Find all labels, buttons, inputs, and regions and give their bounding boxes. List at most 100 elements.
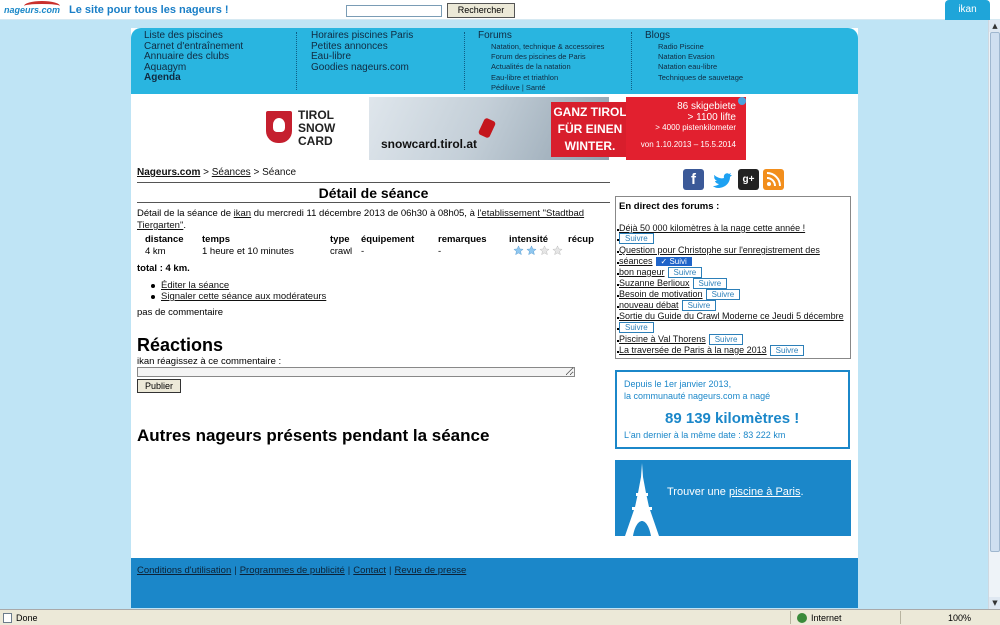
nav-blog-evasion[interactable]: Natation Evasion: [645, 52, 743, 62]
nav-column-1: Liste des piscines Carnet d'entraînement…: [144, 30, 243, 84]
nav-item-clubs[interactable]: Annuaire des clubs: [144, 51, 243, 63]
follow-button[interactable]: Suivre: [667, 267, 703, 278]
forum-item-link[interactable]: La traversée de Paris à la nage 2013: [619, 345, 767, 355]
forum-item-link[interactable]: séances: [619, 256, 653, 266]
forum-item-link[interactable]: Besoin de motivation: [619, 289, 703, 299]
stats-line: la communauté nageurs.com a nagé: [624, 391, 771, 401]
detail-suffix: .: [183, 220, 186, 231]
followed-button[interactable]: ✓ Suivi: [655, 257, 692, 266]
col-distance: distance: [145, 234, 184, 245]
twitter-icon[interactable]: [712, 169, 733, 190]
ad-stats: 86 skigebiete > 1100 lifte > 4000 pisten…: [626, 97, 746, 160]
nav-blog-open-water[interactable]: Natation eau-libre: [645, 62, 743, 72]
footer-link-terms[interactable]: Conditions d'utilisation: [137, 565, 231, 576]
ad-brand-line: CARD: [298, 134, 333, 148]
intensity-stars: [513, 245, 565, 256]
nav-divider: [464, 32, 465, 90]
scroll-down-arrow-icon[interactable]: ▼: [989, 597, 1000, 609]
session-detail-text: Détail de la séance de ikan du mercredi …: [137, 208, 610, 232]
forum-item: nouveau débat Suivre: [616, 300, 717, 311]
nav-blog-radio[interactable]: Radio Piscine: [645, 42, 743, 52]
detail-prefix: Détail de la séance de: [137, 208, 232, 219]
rss-icon[interactable]: [763, 169, 784, 190]
forum-item-link[interactable]: Sortie du Guide du Crawl Moderne ce Jeud…: [619, 311, 844, 321]
comment-input[interactable]: [137, 367, 575, 377]
nav-divider: [631, 32, 632, 90]
footer-separator: |: [234, 565, 237, 576]
nav-column-2: Horaires piscines Paris Petites annonces…: [311, 30, 413, 74]
nav-forum-health[interactable]: Pédiluve | Santé: [478, 83, 604, 93]
paris-pool-box[interactable]: Trouver une piscine à Paris.: [615, 460, 851, 536]
follow-button[interactable]: Suivre: [681, 300, 717, 311]
eagle-shield-icon: [266, 111, 292, 143]
nav-item-paris-hours[interactable]: Horaires piscines Paris: [311, 30, 413, 42]
scroll-up-arrow-icon[interactable]: ▲: [989, 20, 1000, 32]
nav-forums-title[interactable]: Forums: [478, 30, 604, 42]
report-session-link[interactable]: Signaler cette séance aux modérateurs: [161, 291, 326, 302]
search-input[interactable]: [346, 5, 442, 17]
zoom-level[interactable]: 100%: [948, 613, 971, 623]
follow-button[interactable]: Suivre: [692, 278, 728, 289]
breadcrumb-separator: >: [203, 167, 209, 178]
ad-stat: > 1100 lifte: [687, 112, 736, 123]
scroll-thumb[interactable]: [990, 32, 1000, 552]
forum-item: Besoin de motivation Suivre: [616, 289, 741, 300]
nav-item-goodies[interactable]: Goodies nageurs.com: [311, 62, 413, 74]
publish-button[interactable]: Publier: [137, 379, 181, 393]
paris-pool-link[interactable]: piscine à Paris: [729, 486, 801, 498]
breadcrumb: Nageurs.com > Séances > Séance: [137, 167, 610, 178]
forum-item-link[interactable]: Suzanne Berlioux: [619, 278, 690, 288]
follow-button[interactable]: Suivre: [705, 289, 741, 300]
follow-button[interactable]: Suivre: [619, 322, 654, 333]
forum-item-link[interactable]: bon nageur: [619, 267, 665, 277]
forum-item-follow: Suivre: [617, 322, 654, 333]
footer-links: Conditions d'utilisation | Programmes de p…: [137, 565, 466, 576]
detail-user-link[interactable]: ikan: [234, 208, 251, 219]
forum-item-link[interactable]: Déjà 50 000 kilomètres à la nage cette a…: [619, 223, 805, 233]
footer-link-ads[interactable]: Programmes de publicité: [240, 565, 345, 576]
forum-item: La traversée de Paris à la nage 2013 Suiv…: [616, 345, 805, 356]
googleplus-icon[interactable]: g+: [738, 169, 759, 190]
forum-item-link[interactable]: Question pour Christophe sur l'enregistr…: [619, 245, 820, 255]
nav-item-open-water[interactable]: Eau-libre: [311, 51, 413, 63]
forum-item-link[interactable]: Piscine à Val Thorens: [619, 334, 706, 344]
nav-item-pools[interactable]: Liste des piscines: [144, 30, 243, 42]
breadcrumb-home[interactable]: Nageurs.com: [137, 167, 200, 178]
nav-divider: [296, 32, 297, 90]
ad-dates: von 1.10.2013 – 15.5.2014: [640, 140, 736, 149]
nav-blogs-title[interactable]: Blogs: [645, 30, 743, 42]
cell-equipement: -: [361, 246, 365, 257]
site-logo[interactable]: nageurs.com: [4, 1, 62, 19]
forum-item: Suzanne Berlioux Suivre: [616, 278, 728, 289]
footer-link-press[interactable]: Revue de presse: [394, 565, 466, 576]
security-zone: Internet: [811, 613, 842, 623]
site-tagline: Le site pour tous les nageurs !: [69, 4, 229, 16]
breadcrumb-sessions[interactable]: Séances: [212, 167, 251, 178]
search-button[interactable]: Rechercher: [447, 3, 515, 18]
edit-session-link[interactable]: Éditer la séance: [161, 280, 229, 291]
nav-forum-news[interactable]: Actualités de la natation: [478, 62, 604, 72]
facebook-icon[interactable]: f: [683, 169, 704, 190]
forum-item-link[interactable]: nouveau débat: [619, 300, 679, 310]
nav-forum-paris-pools[interactable]: Forum des piscines de Paris: [478, 52, 604, 62]
main-content: Nageurs.com > Séances > Séance Détail de…: [137, 167, 610, 445]
user-tab[interactable]: ikan: [945, 0, 990, 20]
nav-forum-technique[interactable]: Natation, technique & accessoires: [478, 42, 604, 52]
top-bar: nageurs.com Le site pour tous les nageur…: [0, 0, 1000, 20]
footer-link-contact[interactable]: Contact: [353, 565, 386, 576]
nav-blog-rescue[interactable]: Techniques de sauvetage: [645, 73, 743, 83]
reactions-prompt: ikan réagissez à ce commentaire :: [137, 356, 282, 367]
follow-button[interactable]: Suivre: [708, 334, 744, 345]
other-swimmers-heading: Autres nageurs présents pendant la séanc…: [137, 426, 490, 445]
follow-button[interactable]: Suivre: [769, 345, 805, 356]
ad-banner[interactable]: TIROL SNOW CARD snowcard.tirol.at GANZ T…: [241, 97, 746, 160]
col-remarques: remarques: [438, 234, 487, 245]
stats-km: 89 139 kilomètres !: [665, 410, 800, 427]
vertical-scrollbar[interactable]: ▲ ▼: [988, 20, 1000, 609]
nav-item-agenda[interactable]: Agenda: [144, 72, 243, 84]
nav-forum-open-water[interactable]: Eau-libre et triathlon: [478, 73, 604, 83]
ad-info-icon[interactable]: [738, 97, 746, 105]
star-filled-icon: [526, 245, 537, 256]
ad-logo: TIROL SNOW CARD: [241, 97, 369, 160]
follow-button[interactable]: Suivre: [619, 233, 654, 244]
